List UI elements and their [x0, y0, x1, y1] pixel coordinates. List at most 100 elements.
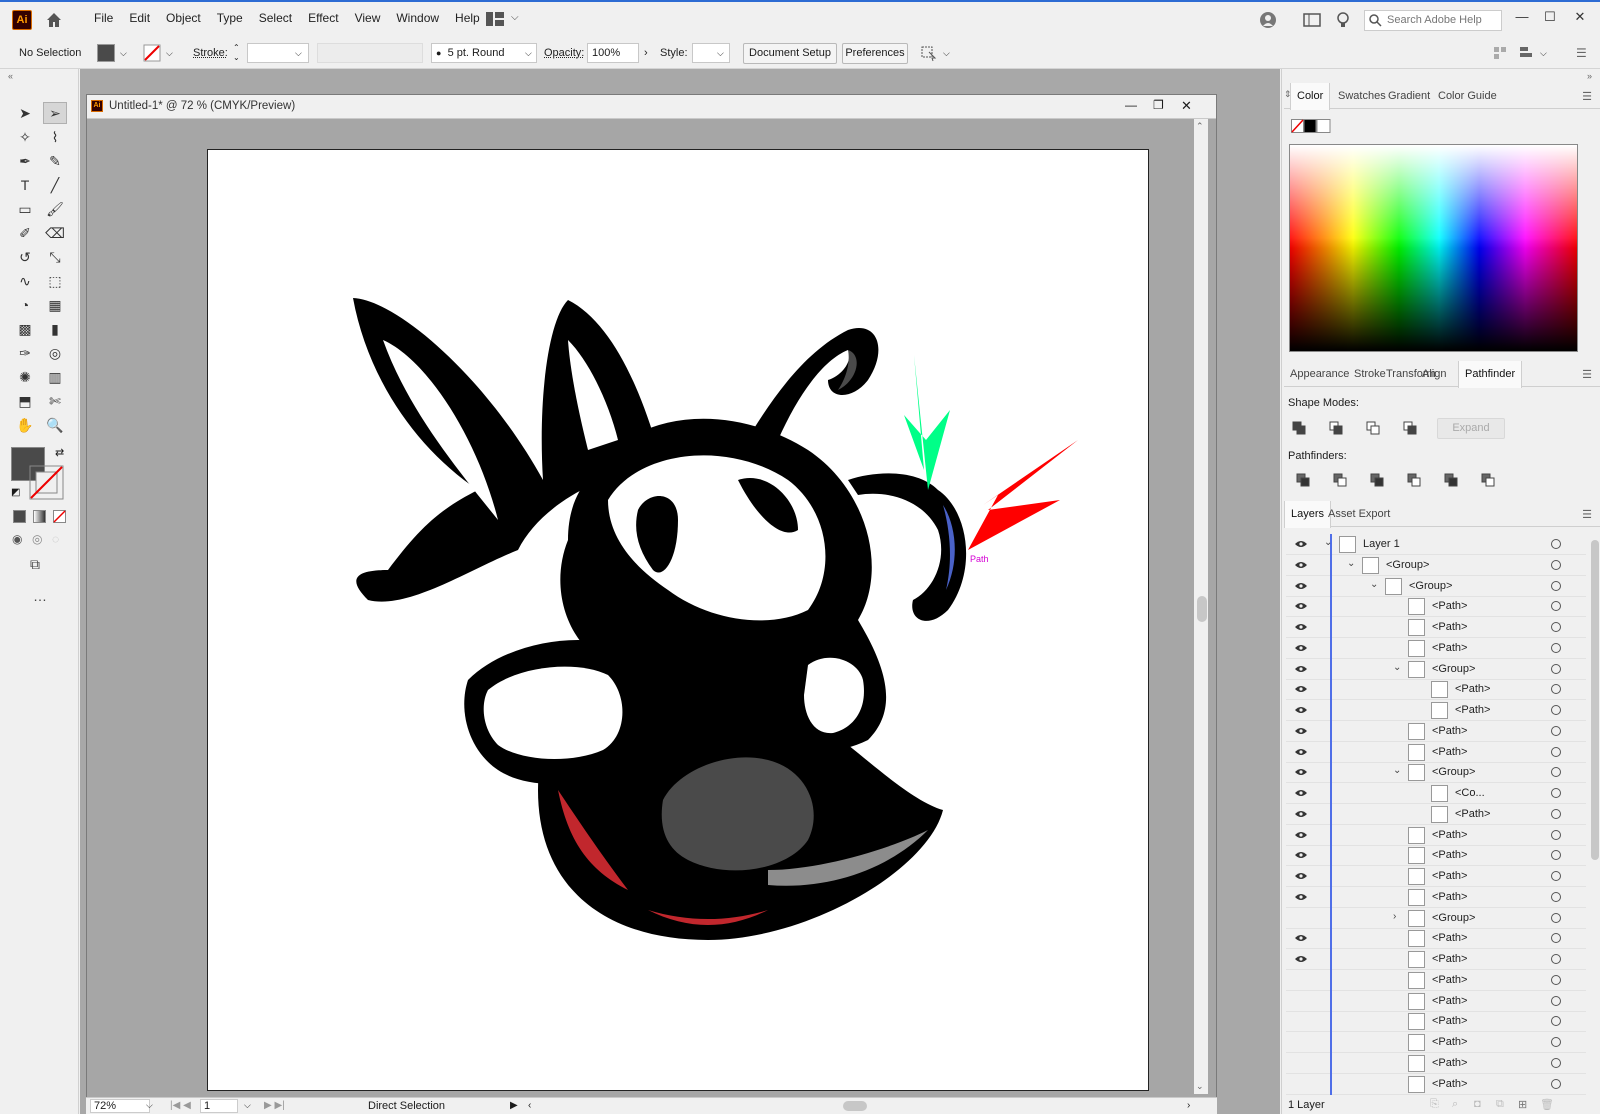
layer-row[interactable]: <Path>	[1286, 886, 1586, 908]
menu-effect[interactable]: Effect	[300, 2, 346, 35]
draw-behind-icon[interactable]: ◎	[32, 532, 42, 546]
draw-normal-icon[interactable]: ◉	[12, 532, 22, 546]
home-icon[interactable]	[44, 10, 64, 30]
vertical-scroll-thumb[interactable]	[1197, 596, 1207, 622]
tab-color[interactable]: Color	[1290, 83, 1331, 110]
gradient-tool-icon[interactable]: ▮	[43, 318, 67, 340]
stroke-color-box[interactable]	[29, 465, 64, 500]
close-window-button[interactable]: ✕	[1567, 6, 1593, 28]
visibility-eye-icon[interactable]	[1295, 893, 1307, 901]
color-spectrum[interactable]	[1289, 144, 1578, 352]
visibility-eye-icon[interactable]	[1295, 789, 1307, 797]
preferences-button[interactable]: Preferences	[842, 43, 908, 64]
tab-pathfinder[interactable]: Pathfinder	[1458, 361, 1523, 388]
chevron-down-icon[interactable]: ⌄	[1393, 662, 1401, 673]
graphic-style-swatch[interactable]	[692, 43, 730, 63]
visibility-eye-icon[interactable]	[1295, 851, 1307, 859]
scroll-up-icon[interactable]: ⌃	[1196, 121, 1204, 132]
transform-icon[interactable]	[1519, 45, 1533, 61]
target-circle-icon[interactable]	[1551, 705, 1561, 715]
free-transform-tool-icon[interactable]: ⬚	[43, 270, 67, 292]
minimize-document-button[interactable]: —	[1125, 98, 1137, 112]
merge-icon[interactable]	[1370, 473, 1384, 487]
direct-selection-tool-icon[interactable]: ➢	[43, 102, 67, 124]
screen-mode-icon[interactable]: ⧉	[30, 556, 40, 573]
menu-help[interactable]: Help	[447, 2, 488, 35]
none-mode-button[interactable]	[53, 510, 66, 523]
target-circle-icon[interactable]	[1551, 559, 1561, 570]
layer-row[interactable]: ⌄ <Group>	[1286, 575, 1586, 597]
target-circle-icon[interactable]	[1551, 539, 1561, 549]
menu-file[interactable]: File	[86, 2, 121, 35]
layer-row[interactable]: <Path>	[1286, 617, 1586, 638]
chevron-down-icon[interactable]: ⌵	[244, 1100, 251, 1111]
visibility-eye-icon[interactable]	[1295, 768, 1307, 776]
intersect-icon[interactable]	[1366, 421, 1380, 435]
visibility-eye-icon[interactable]	[1295, 748, 1307, 756]
target-circle-icon[interactable]	[1551, 622, 1561, 632]
rotate-tool-icon[interactable]: ↺	[13, 246, 37, 268]
layer-row[interactable]: <Path>	[1286, 845, 1586, 867]
target-circle-icon[interactable]	[1551, 808, 1561, 819]
target-circle-icon[interactable]	[1551, 684, 1561, 695]
chevron-down-icon[interactable]: ⌄	[1370, 579, 1378, 590]
mesh-tool-icon[interactable]: ▩	[13, 318, 37, 340]
layer-row[interactable]: <Path>	[1286, 1052, 1586, 1074]
visibility-eye-icon[interactable]	[1295, 872, 1307, 880]
fill-swatch[interactable]	[97, 44, 115, 62]
target-circle-icon[interactable]	[1551, 974, 1561, 985]
target-circle-icon[interactable]	[1551, 601, 1561, 612]
visibility-eye-icon[interactable]	[1295, 665, 1307, 673]
visibility-eye-icon[interactable]	[1295, 644, 1307, 652]
zoom-field[interactable]: 72%	[90, 1099, 150, 1113]
align-icon[interactable]	[1493, 45, 1507, 61]
type-tool-icon[interactable]: T	[13, 174, 37, 196]
panel-menu-icon[interactable]: ☰	[1582, 508, 1592, 521]
chevron-down-icon[interactable]: ⌵	[146, 1100, 153, 1111]
layer-row[interactable]: <Path>	[1286, 990, 1586, 1012]
target-circle-icon[interactable]	[1551, 933, 1561, 944]
color-mode-swatches[interactable]	[1291, 119, 1331, 133]
layer-row[interactable]: <Co...	[1286, 783, 1586, 804]
visibility-eye-icon[interactable]	[1295, 602, 1307, 610]
tab-asset-export[interactable]: Asset Export	[1322, 501, 1396, 527]
outline-icon[interactable]	[1444, 473, 1458, 487]
artboard[interactable]: Path	[207, 149, 1149, 1091]
gradient-mode-button[interactable]	[33, 510, 46, 523]
target-circle-icon[interactable]	[1551, 912, 1561, 923]
chevron-down-icon[interactable]: ⌄	[1347, 558, 1355, 569]
layer-row[interactable]: <Path>	[1286, 1011, 1586, 1033]
chevron-down-icon[interactable]: ⌵	[295, 43, 302, 63]
target-circle-icon[interactable]	[1551, 1057, 1561, 1068]
shape-builder-tool-icon[interactable]: ◔	[13, 294, 37, 316]
menu-type[interactable]: Type	[209, 2, 251, 35]
hornet-artwork[interactable]: Path	[208, 150, 1150, 1092]
target-circle-icon[interactable]	[1551, 829, 1561, 840]
menu-object[interactable]: Object	[158, 2, 209, 35]
eraser-tool-icon[interactable]: ⌫	[43, 222, 67, 244]
target-circle-icon[interactable]	[1551, 642, 1561, 653]
layer-row[interactable]: <Path>	[1286, 969, 1586, 991]
layer-row[interactable]: <Path>	[1286, 720, 1586, 742]
visibility-eye-icon[interactable]	[1295, 561, 1307, 569]
workspace-switcher-icon[interactable]	[486, 11, 504, 27]
chevron-right-icon[interactable]: ›	[1393, 911, 1396, 922]
document-tab[interactable]: Ai Untitled-1* @ 72 % (CMYK/Preview) — ❐…	[87, 95, 1216, 119]
hand-tool-icon[interactable]: ✋	[13, 414, 37, 436]
default-fill-stroke-icon[interactable]: ◩	[11, 487, 20, 498]
layer-row[interactable]: <Path>	[1286, 949, 1586, 970]
make-clipping-mask-icon[interactable]: ◘	[1474, 1098, 1481, 1110]
status-menu-icon[interactable]: ▶	[510, 1100, 518, 1111]
layer-row[interactable]: <Path>	[1286, 1032, 1586, 1053]
close-document-button[interactable]: ✕	[1181, 98, 1192, 114]
visibility-eye-icon[interactable]	[1295, 706, 1307, 714]
layer-row[interactable]: ⌄ <Group>	[1286, 762, 1586, 784]
curvature-tool-icon[interactable]: ✎	[43, 150, 67, 172]
lightbulb-icon[interactable]	[1336, 11, 1350, 29]
expand-button[interactable]: Expand	[1437, 418, 1505, 439]
restore-document-button[interactable]: ❐	[1153, 98, 1164, 112]
tab-align[interactable]: Align	[1416, 361, 1452, 387]
visibility-eye-icon[interactable]	[1295, 685, 1307, 693]
menu-edit[interactable]: Edit	[121, 2, 158, 35]
target-circle-icon[interactable]	[1551, 725, 1561, 736]
